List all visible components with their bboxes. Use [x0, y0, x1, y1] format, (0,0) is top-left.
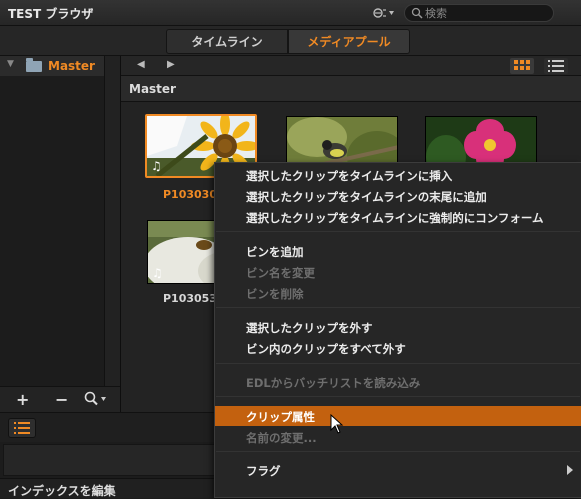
menu-item-unlink-selected[interactable]: 選択したクリップを外す	[215, 317, 581, 337]
back-arrow-icon[interactable]: ◀	[137, 59, 145, 70]
metadata-list-toggle[interactable]	[8, 418, 36, 438]
grid-icon	[514, 60, 530, 70]
search-box[interactable]	[404, 4, 554, 22]
browser-titlebar: TEST ブラウザ	[0, 0, 581, 26]
filter-dropdown-button[interactable]	[372, 5, 396, 21]
list-view-button[interactable]	[544, 58, 568, 74]
bin-title: Master	[129, 82, 176, 96]
menu-item-label: 名前の変更...	[246, 431, 317, 445]
zoom-dropdown-button[interactable]	[84, 391, 110, 411]
disclosure-arrow-icon[interactable]: ▼	[7, 59, 14, 69]
tab-media-pool[interactable]: メディアプール	[288, 29, 410, 54]
menu-separator	[216, 451, 580, 452]
menu-item-label: 選択したクリップをタイムラインに挿入	[246, 169, 453, 183]
menu-item-label: 選択したクリップをタイムラインの末尾に追加	[246, 190, 487, 204]
sidebar-toolbar: + −	[0, 386, 120, 412]
bin-sidebar: ▼ Master + −	[0, 56, 121, 412]
menu-item-import-edl-batch: EDLからバッチリストを読み込み	[215, 372, 581, 392]
menu-item-label: ビンを追加	[246, 245, 304, 259]
edit-index-label: インデックスを編集	[8, 484, 116, 498]
menu-item-append-to-timeline[interactable]: 選択したクリップをタイムラインの末尾に追加	[215, 186, 581, 206]
menu-item-flag[interactable]: フラグ	[215, 460, 581, 480]
thumbnail-view-button[interactable]	[510, 58, 534, 74]
menu-separator	[216, 363, 580, 364]
filter-icon	[373, 8, 394, 18]
menu-item-label: ビン内のクリップをすべて外す	[246, 342, 406, 356]
menu-separator	[216, 396, 580, 397]
navigation-bar: ◀ ▶	[121, 56, 581, 76]
menu-item-label: フラグ	[246, 464, 281, 478]
menu-item-label: EDLからバッチリストを読み込み	[246, 376, 421, 390]
audio-clip-icon: ♫	[151, 159, 162, 173]
menu-item-label: ビン名を変更	[246, 266, 315, 280]
window-title: TEST ブラウザ	[8, 7, 94, 21]
menu-separator	[216, 307, 580, 308]
tab-timeline[interactable]: タイムライン	[166, 29, 288, 54]
submenu-arrow-icon	[567, 465, 573, 475]
menu-item-label: 選択したクリップを外す	[246, 321, 373, 335]
folder-label: Master	[48, 59, 95, 73]
menu-item-add-bin[interactable]: ビンを追加	[215, 241, 581, 261]
folder-icon	[26, 58, 42, 72]
menu-item-delete-bin: ビンを削除	[215, 283, 581, 303]
remove-bin-button[interactable]: −	[55, 390, 68, 409]
list-icon	[548, 60, 564, 72]
sidebar-item-master[interactable]: ▼ Master	[0, 56, 104, 76]
menu-item-rename: 名前の変更...	[215, 427, 581, 447]
menu-separator	[216, 231, 580, 232]
search-input[interactable]	[425, 6, 545, 20]
menu-item-rename-bin: ビン名を変更	[215, 262, 581, 282]
tab-bar: タイムライン メディアプール	[0, 26, 581, 56]
menu-item-insert-to-timeline[interactable]: 選択したクリップをタイムラインに挿入	[215, 165, 581, 185]
context-menu: 選択したクリップをタイムラインに挿入 選択したクリップをタイムラインの末尾に追加…	[214, 162, 581, 498]
audio-clip-icon: ♫	[152, 266, 163, 280]
magnifier-icon	[84, 391, 106, 406]
menu-item-unlink-all[interactable]: ビン内のクリップをすべて外す	[215, 338, 581, 358]
forward-arrow-icon[interactable]: ▶	[167, 59, 175, 70]
mouse-pointer-icon	[330, 414, 344, 434]
list-icon	[14, 422, 30, 434]
menu-item-force-conform[interactable]: 選択したクリップをタイムラインに強制的にコンフォーム	[215, 207, 581, 227]
sidebar-scrollbar[interactable]	[104, 56, 120, 386]
menu-item-label: ビンを削除	[246, 287, 304, 301]
bin-header: Master	[121, 76, 581, 102]
menu-item-clip-attributes[interactable]: クリップ属性	[215, 406, 581, 426]
menu-item-label: クリップ属性	[246, 410, 315, 424]
search-icon	[411, 7, 423, 19]
menu-item-label: 選択したクリップをタイムラインに強制的にコンフォーム	[246, 211, 544, 225]
add-bin-button[interactable]: +	[16, 390, 29, 409]
